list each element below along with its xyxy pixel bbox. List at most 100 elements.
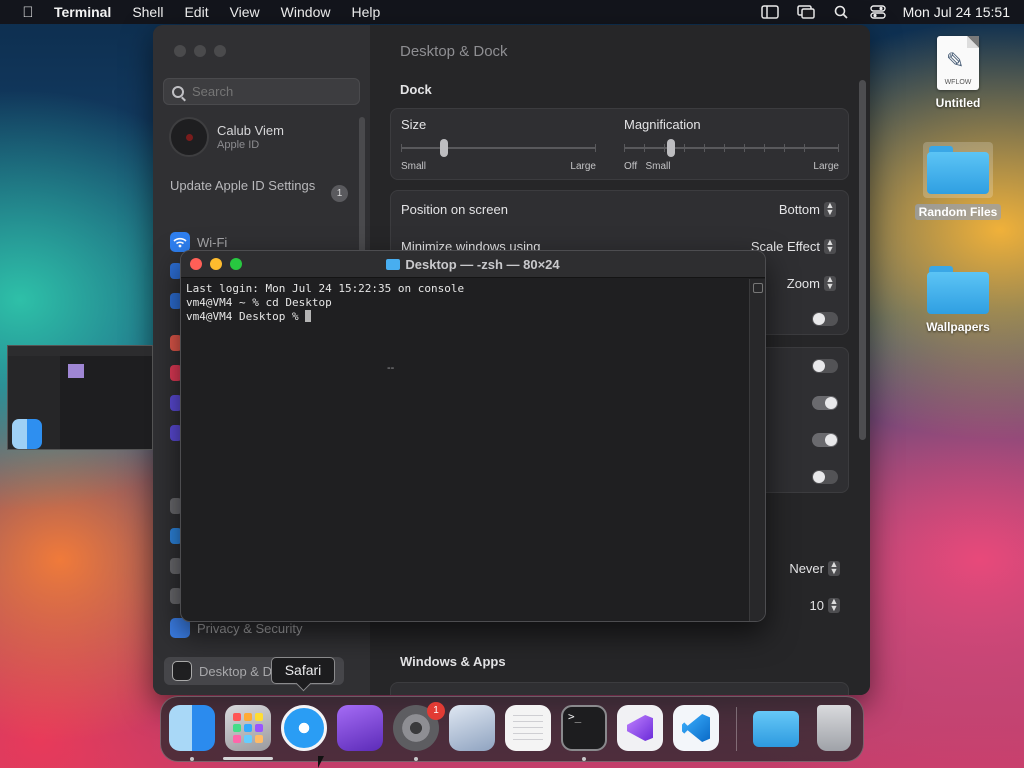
search-icon xyxy=(172,85,184,98)
menu-view[interactable]: View xyxy=(230,4,260,20)
zoom-button[interactable] xyxy=(214,45,226,57)
desktop-item-label: Untitled xyxy=(935,96,981,110)
content-scrollbar[interactable] xyxy=(859,80,866,440)
dock-separator xyxy=(736,707,737,751)
popup-arrows-icon: ▲ ▼ xyxy=(824,236,836,254)
popup-arrows-icon: ▲ ▼ xyxy=(828,595,840,613)
magnification-min-label: Small xyxy=(645,161,671,172)
safari-icon[interactable] xyxy=(281,705,327,751)
position-popup[interactable]: Bottom ▲ ▼ xyxy=(778,199,836,217)
terminal-title: Desktop — -zsh — 80×24 xyxy=(181,257,765,272)
minimize-into-icon-toggle[interactable] xyxy=(812,312,838,326)
mouse-pointer-icon xyxy=(318,756,330,768)
popup-arrows-icon: ▲ ▼ xyxy=(828,558,840,576)
terminal-marker: -- xyxy=(387,362,395,374)
minimize-button[interactable] xyxy=(194,45,206,57)
dock-section-heading: Dock xyxy=(400,82,432,97)
magnification-slider[interactable]: Magnification Off Small Large xyxy=(624,117,839,172)
menu-edit[interactable]: Edit xyxy=(184,4,208,20)
menu-window[interactable]: Window xyxy=(281,4,331,20)
apple-icon[interactable]:  xyxy=(16,4,40,21)
menu-help[interactable]: Help xyxy=(351,4,380,20)
thumbnail-file-icon xyxy=(68,364,84,378)
magnification-label: Magnification xyxy=(624,117,701,132)
size-track[interactable] xyxy=(401,139,596,157)
never-popup[interactable]: Never ▲ ▼ xyxy=(789,558,840,576)
sidebar-item-label: Wi-Fi xyxy=(197,234,228,250)
vscode-icon[interactable] xyxy=(673,705,719,751)
stage-manager-icon[interactable] xyxy=(760,5,779,19)
menu-clock[interactable]: Mon Jul 24 15:51 xyxy=(903,4,1010,20)
terminal-line: Last login: Mon Jul 24 15:22:35 on conso… xyxy=(186,282,465,295)
popup-arrows-icon: ▲ ▼ xyxy=(824,199,836,217)
system-settings-icon[interactable]: 1 xyxy=(393,702,445,751)
windows-apps-card xyxy=(390,682,849,695)
account-name: Calub Viem xyxy=(217,123,284,138)
workflow-document-icon: ✎ WFLOW xyxy=(937,36,979,90)
terminal-icon[interactable] xyxy=(561,705,607,751)
magnification-off-label: Off xyxy=(624,161,638,172)
terminal-titlebar[interactable]: Desktop — -zsh — 80×24 xyxy=(181,251,765,278)
magnification-track[interactable] xyxy=(624,139,839,157)
desktop-item-random-files[interactable]: Random Files xyxy=(908,142,1008,220)
folder-icon xyxy=(386,259,401,270)
update-apple-id-label: Update Apple ID Settings xyxy=(170,178,316,193)
text-cursor xyxy=(305,310,312,322)
ten-popup[interactable]: 10 ▲ ▼ xyxy=(810,595,840,613)
doc-type-label: WFLOW xyxy=(944,79,972,86)
terminal-prompt: vm4@VM4 Desktop % xyxy=(186,310,306,323)
size-slider[interactable]: Size Small Large xyxy=(401,117,596,172)
screen-mirroring-icon[interactable] xyxy=(796,5,815,19)
window-thumbnail[interactable] xyxy=(7,345,153,450)
desktop-item-label: Wallpapers xyxy=(926,320,990,334)
wifi-icon xyxy=(170,232,190,252)
terminal-line: vm4@VM4 ~ % cd Desktop xyxy=(186,296,332,309)
terminal-title-text: Desktop — -zsh — 80×24 xyxy=(405,257,560,272)
podcasts-icon[interactable] xyxy=(337,705,383,751)
recent-apps-toggle[interactable] xyxy=(812,470,838,484)
double-click-popup[interactable]: Zoom ▲ ▼ xyxy=(786,273,836,291)
magnification-thumb[interactable] xyxy=(667,139,675,157)
sidebar-item-wifi[interactable]: Wi-Fi xyxy=(170,232,227,252)
spotlight-icon[interactable] xyxy=(833,5,851,19)
update-badge: 1 xyxy=(331,185,348,202)
magnification-max-label: Large xyxy=(813,161,839,172)
visual-studio-icon[interactable] xyxy=(617,705,663,751)
downloads-folder-icon[interactable] xyxy=(753,711,799,747)
search-field[interactable] xyxy=(163,78,360,105)
finder-icon[interactable] xyxy=(169,705,215,751)
never-value: Never xyxy=(789,560,824,576)
search-input[interactable] xyxy=(192,84,342,99)
split-view-icon[interactable] xyxy=(753,283,763,293)
size-min-label: Small xyxy=(401,161,427,172)
close-button[interactable] xyxy=(174,45,186,57)
launchpad-icon[interactable] xyxy=(225,705,271,751)
terminal-scrollbar[interactable] xyxy=(749,279,765,621)
notification-badge: 1 xyxy=(427,702,445,720)
size-thumb[interactable] xyxy=(440,139,448,157)
animate-toggle[interactable] xyxy=(812,396,838,410)
trash-icon[interactable] xyxy=(817,705,851,751)
launchpad-indicator xyxy=(223,757,273,760)
position-value: Bottom xyxy=(778,201,820,217)
popup-arrows-icon: ▲ ▼ xyxy=(824,273,836,291)
page-title: Desktop & Dock xyxy=(400,43,508,60)
apple-id-account[interactable]: Calub Viem Apple ID xyxy=(169,117,284,157)
menu-app-name[interactable]: Terminal xyxy=(54,4,111,20)
size-max-label: Large xyxy=(570,161,596,172)
desktop-item-wallpapers[interactable]: Wallpapers xyxy=(908,266,1008,334)
menu-shell[interactable]: Shell xyxy=(132,4,163,20)
desktop-item-untitled[interactable]: ✎ WFLOW Untitled xyxy=(908,36,1008,110)
indicators-toggle[interactable] xyxy=(812,433,838,447)
autohide-toggle[interactable] xyxy=(812,359,838,373)
double-click-value: Zoom xyxy=(786,275,820,291)
position-row: Position on screen Bottom ▲ ▼ xyxy=(401,199,836,219)
terminal-output[interactable]: Last login: Mon Jul 24 15:22:35 on conso… xyxy=(181,279,749,621)
automator-icon[interactable] xyxy=(449,705,495,751)
sidebar-item-label: Privacy & Security xyxy=(197,620,303,636)
terminal-window[interactable]: Desktop — -zsh — 80×24 Last login: Mon J… xyxy=(180,250,766,622)
control-center-icon[interactable] xyxy=(869,5,887,19)
menu-bar:  Terminal Shell Edit View Window Help M… xyxy=(0,0,1024,24)
textedit-icon[interactable] xyxy=(505,705,551,751)
update-apple-id-item[interactable]: Update Apple ID Settings 1 xyxy=(170,178,348,202)
